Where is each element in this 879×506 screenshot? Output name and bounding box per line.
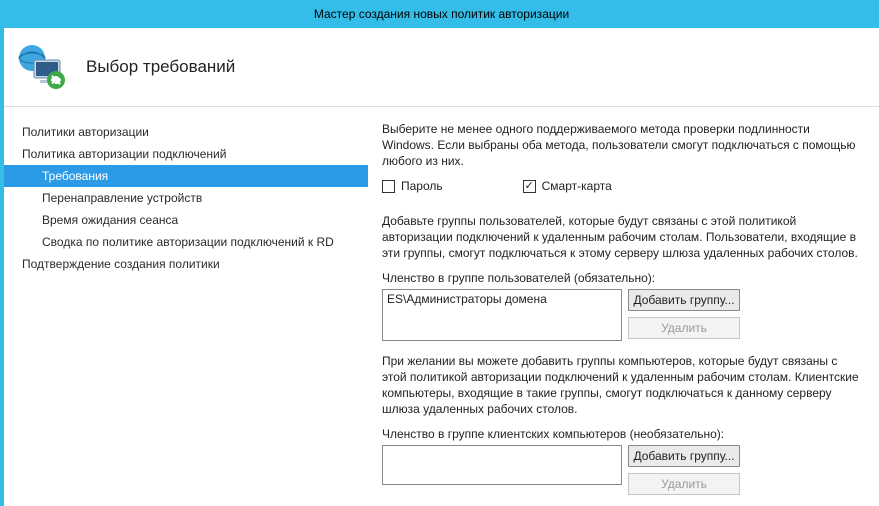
window-title: Мастер создания новых политик авторизаци…: [314, 7, 569, 21]
computer-groups-label: Членство в группе клиентских компьютеров…: [382, 427, 863, 441]
remove-computer-group-button: Удалить: [628, 473, 740, 495]
user-groups-instruction: Добавьте группы пользователей, которые б…: [382, 213, 863, 261]
checkbox-icon: [382, 180, 395, 193]
password-label: Пароль: [401, 179, 443, 193]
checkbox-icon: ✓: [523, 180, 536, 193]
user-groups-listbox[interactable]: ES\Администраторы домена: [382, 289, 622, 341]
smartcard-checkbox[interactable]: ✓ Смарт-карта: [523, 179, 612, 193]
wizard-main-panel: Выберите не менее одного поддерживаемого…: [368, 107, 879, 506]
sidebar-step[interactable]: Сводка по политике авторизации подключен…: [4, 231, 368, 253]
window-titlebar: Мастер создания новых политик авторизаци…: [4, 0, 879, 28]
user-groups-label: Членство в группе пользователей (обязате…: [382, 271, 863, 285]
password-checkbox[interactable]: Пароль: [382, 179, 443, 193]
wizard-header: Выбор требований: [4, 28, 879, 107]
wizard-steps-sidebar: Политики авторизацииПолитика авторизации…: [4, 107, 368, 506]
sidebar-step[interactable]: Требования: [4, 165, 368, 187]
add-computer-group-button[interactable]: Добавить группу...: [628, 445, 740, 467]
sidebar-step[interactable]: Время ожидания сеанса: [4, 209, 368, 231]
sidebar-step[interactable]: Подтверждение создания политики: [4, 253, 368, 275]
sidebar-step[interactable]: Перенаправление устройств: [4, 187, 368, 209]
sidebar-step[interactable]: Политика авторизации подключений: [4, 143, 368, 165]
wizard-icon: [16, 42, 70, 92]
smartcard-label: Смарт-карта: [542, 179, 612, 193]
user-groups-item[interactable]: ES\Администраторы домена: [387, 292, 617, 306]
add-user-group-button[interactable]: Добавить группу...: [628, 289, 740, 311]
auth-instruction: Выберите не менее одного поддерживаемого…: [382, 121, 863, 169]
computer-groups-listbox[interactable]: [382, 445, 622, 485]
remove-user-group-button: Удалить: [628, 317, 740, 339]
computer-groups-instruction: При желании вы можете добавить группы ко…: [382, 353, 863, 417]
page-title: Выбор требований: [86, 57, 235, 77]
sidebar-step[interactable]: Политики авторизации: [4, 121, 368, 143]
